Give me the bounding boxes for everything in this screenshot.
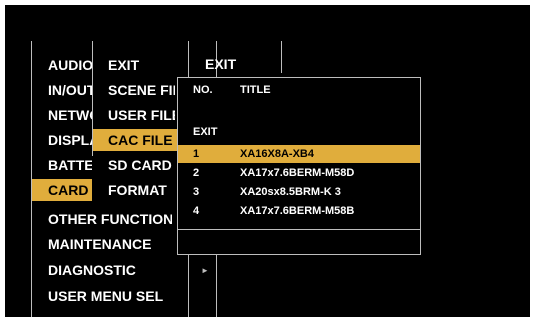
submenu-item-scene-file[interactable]: SCENE FILE xyxy=(108,79,175,101)
popup-header-row: NO. TITLE xyxy=(178,81,420,99)
popup-exit-label: EXIT xyxy=(193,126,218,138)
popup-list-item[interactable]: 1 XA16X8A-XB4 xyxy=(178,145,420,163)
list-item-number: 1 xyxy=(193,148,200,160)
menu-item-in-out[interactable]: IN/OUT xyxy=(48,79,92,101)
popup-list-item[interactable]: 2 XA17x7.6BERM-M58D xyxy=(178,164,420,182)
list-item-title: XA16X8A-XB4 xyxy=(240,148,314,160)
third-menu-exit[interactable]: EXIT xyxy=(205,53,275,75)
submenu-item-cac-file-label: CAC FILE xyxy=(108,132,173,148)
submenu-item-format[interactable]: FORMAT xyxy=(108,179,175,201)
popup-exit-item[interactable]: EXIT xyxy=(178,123,420,141)
menu-item-user-menu-sel[interactable]: USER MENU SEL xyxy=(48,285,178,307)
submenu-item-cac-file[interactable]: CAC FILE xyxy=(93,129,177,151)
menu-item-other-functions[interactable]: OTHER FUNCTIONS xyxy=(48,208,172,230)
submenu-arrow-icon: ► xyxy=(201,266,209,275)
camera-menu-screen: AUDIO IN/OUT NETWORK DISPLAY BATTERY CAR… xyxy=(5,5,530,317)
submenu-item-sd-card[interactable]: SD CARD xyxy=(108,154,175,176)
popup-list-item[interactable]: 3 XA20sx8.5BRM-K 3 xyxy=(178,183,420,201)
menu-divider xyxy=(281,41,282,73)
menu-item-card[interactable]: CARD xyxy=(32,179,92,201)
menu-item-card-label: CARD xyxy=(48,182,89,198)
list-item-number: 2 xyxy=(193,167,200,179)
list-item-title: XA17x7.6BERM-M58B xyxy=(240,205,355,217)
menu-item-maintenance[interactable]: MAINTENANCE xyxy=(48,233,172,255)
menu-item-network[interactable]: NETWORK xyxy=(48,104,92,126)
menu-item-display[interactable]: DISPLAY xyxy=(48,129,92,151)
popup-list-item[interactable]: 4 XA17x7.6BERM-M58B xyxy=(178,202,420,220)
list-item-number: 3 xyxy=(193,186,200,198)
list-item-title: XA20sx8.5BRM-K 3 xyxy=(240,186,341,198)
cac-file-popup: NO. TITLE EXIT 1 XA16X8A-XB4 2 XA17x7.6B… xyxy=(177,77,421,255)
menu-item-audio[interactable]: AUDIO xyxy=(48,54,92,76)
popup-footer-divider xyxy=(178,229,420,230)
submenu-item-user-file[interactable]: USER FILE xyxy=(108,104,175,126)
menu-item-battery[interactable]: BATTERY xyxy=(48,154,92,176)
menu-item-diagnostic[interactable]: DIAGNOSTIC xyxy=(48,259,172,281)
list-item-number: 4 xyxy=(193,205,200,217)
column-header-title: TITLE xyxy=(240,84,271,96)
submenu-item-exit[interactable]: EXIT xyxy=(108,54,188,76)
list-item-title: XA17x7.6BERM-M58D xyxy=(240,167,355,179)
column-header-no: NO. xyxy=(193,84,213,96)
